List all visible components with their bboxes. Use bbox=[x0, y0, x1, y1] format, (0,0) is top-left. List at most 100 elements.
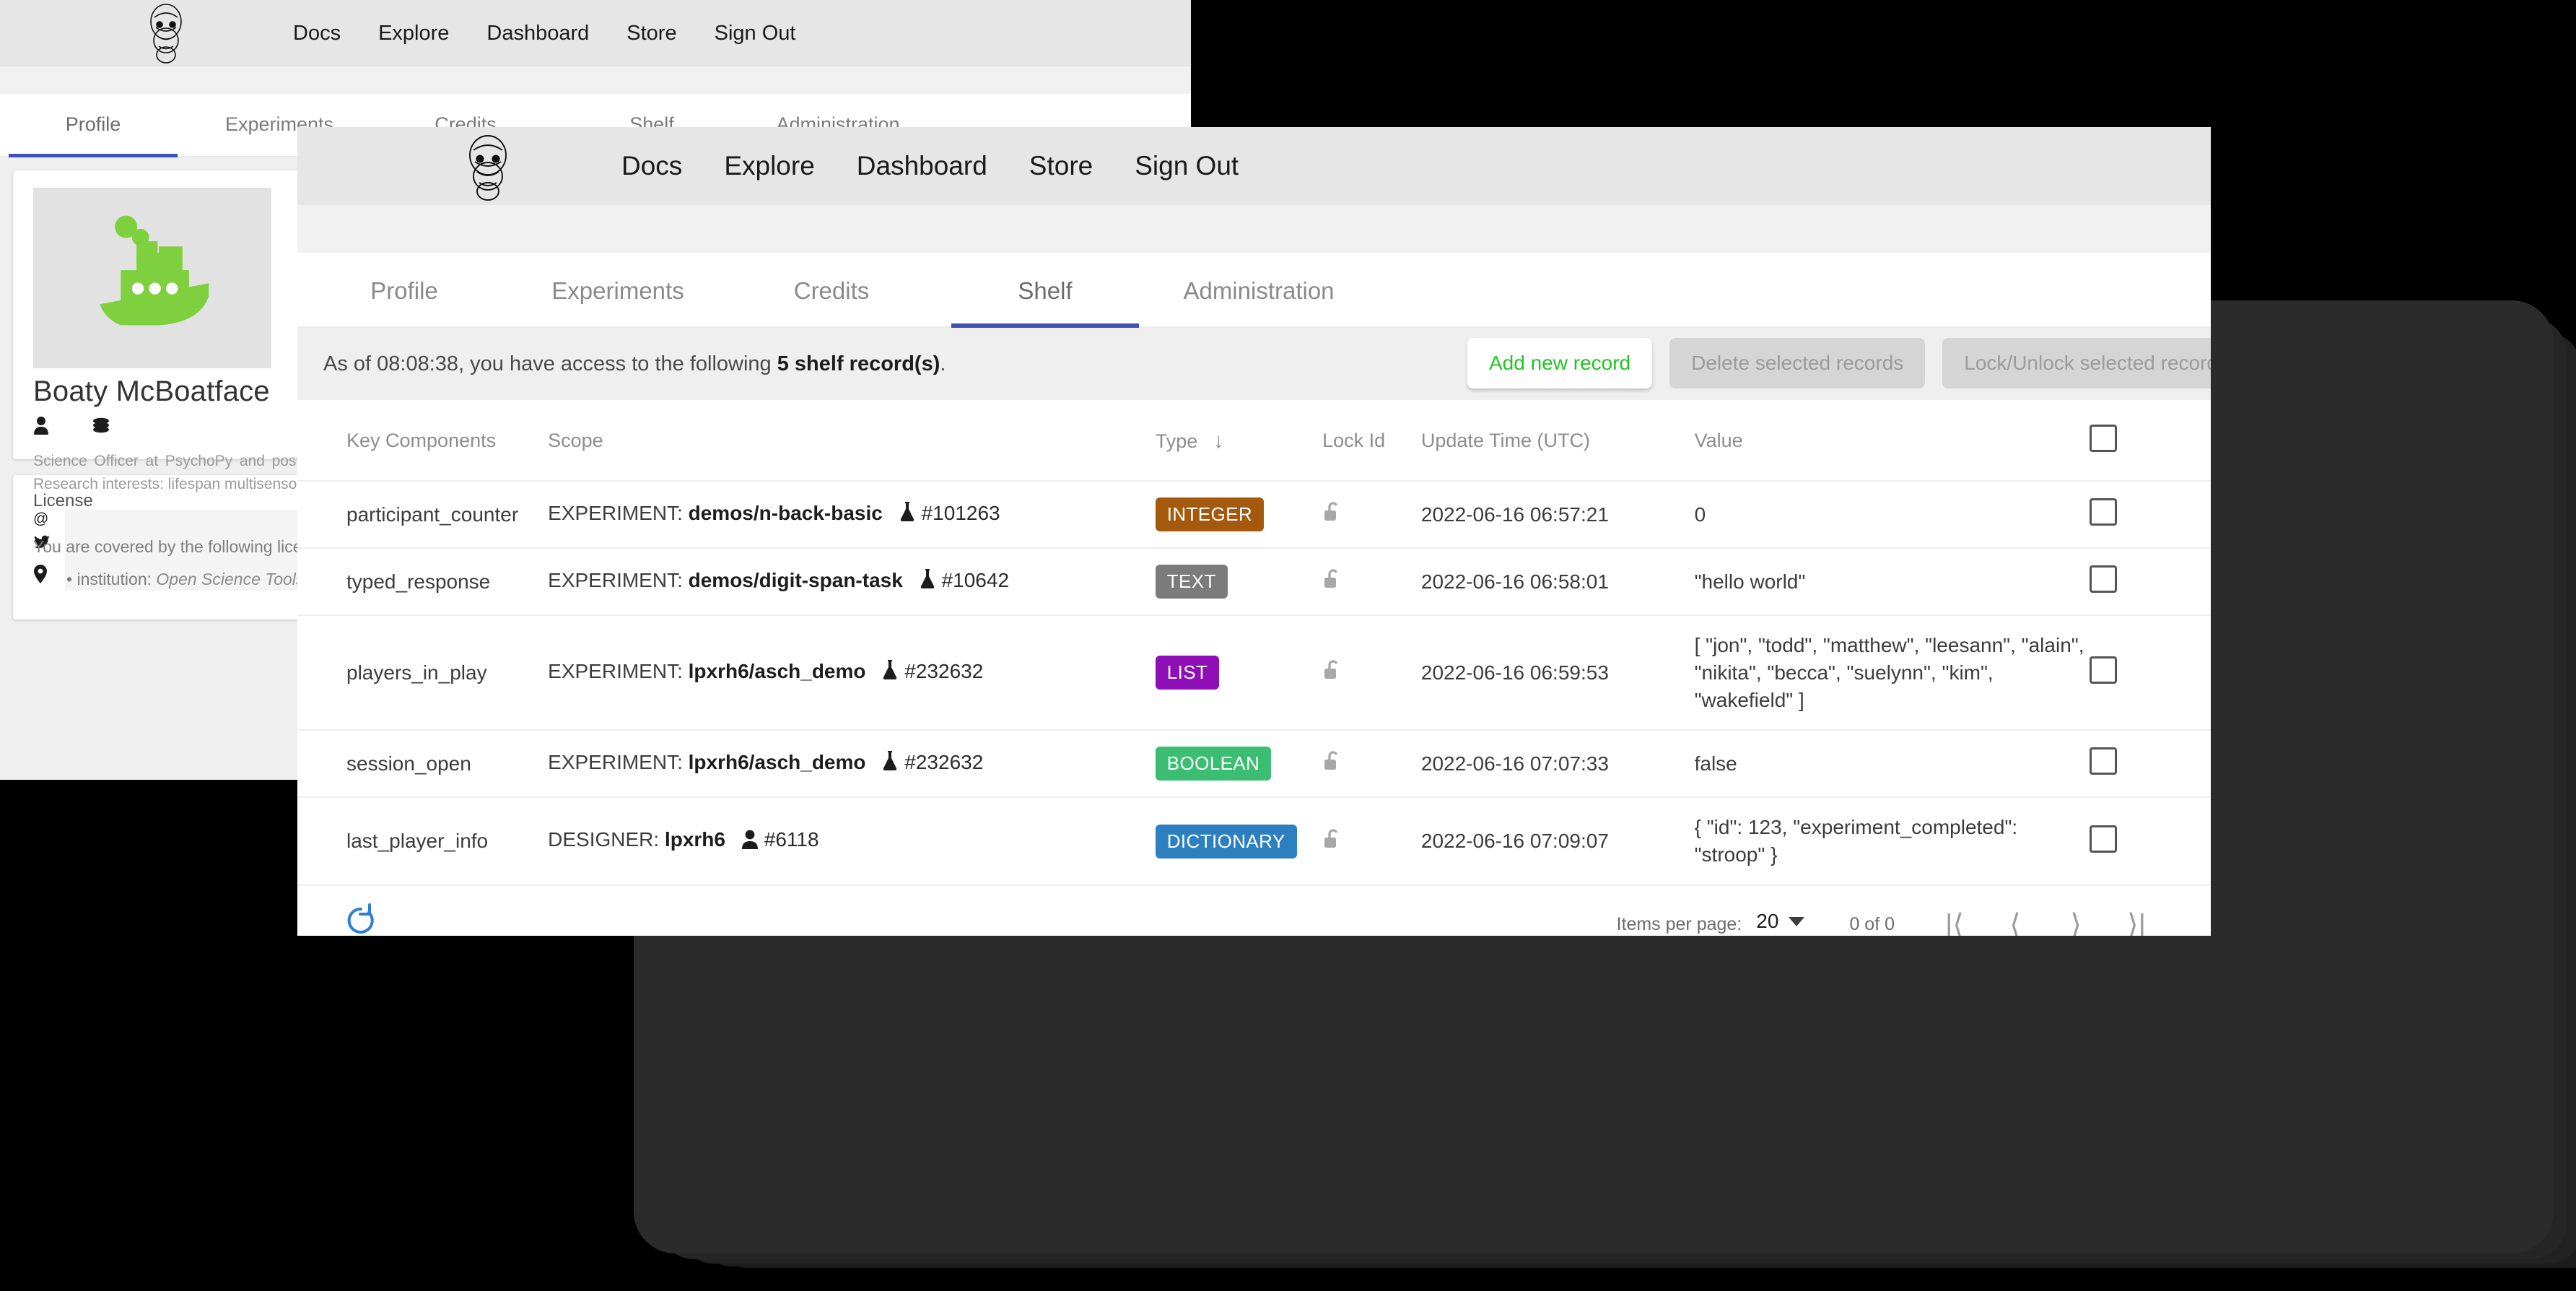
items-per-page-select[interactable]: 20 bbox=[1753, 910, 1809, 936]
shelf-toolbar: As of 08:08:38, you have access to the f… bbox=[297, 328, 2211, 400]
last-page-icon[interactable]: ⟩| bbox=[2110, 908, 2163, 936]
person-icon bbox=[741, 829, 759, 854]
fg-nav-store[interactable]: Store bbox=[1008, 151, 1114, 181]
cell-value: { "id": 123, "experiment_completed": "st… bbox=[1694, 797, 2090, 886]
unlocked-icon bbox=[1322, 569, 1342, 595]
cell-value: [ "jon", "todd", "matthew", "leesann", "… bbox=[1694, 615, 2090, 731]
bg-tab-profile[interactable]: Profile bbox=[0, 113, 186, 157]
fg-tab-bar: Profile Experiments Credits Shelf Admini… bbox=[297, 253, 2211, 328]
refresh-icon[interactable] bbox=[344, 903, 378, 936]
table-row[interactable]: participant_counter EXPERIMENT: demos/n-… bbox=[297, 481, 2211, 549]
bg-nav-links: Docs Explore Dashboard Store Sign Out bbox=[274, 22, 814, 45]
pavlovia-logo-icon[interactable] bbox=[453, 134, 523, 201]
column-header-type[interactable]: Type ↓ bbox=[1155, 400, 1323, 482]
bg-nav-signout[interactable]: Sign Out bbox=[696, 22, 815, 45]
bg-nav-dashboard[interactable]: Dashboard bbox=[468, 22, 608, 45]
cell-lock bbox=[1322, 730, 1421, 799]
row-checkbox[interactable] bbox=[2089, 565, 2117, 593]
fg-tab-credits[interactable]: Credits bbox=[725, 277, 938, 326]
scope-name: lpxrh6/asch_demo bbox=[688, 660, 866, 683]
row-checkbox[interactable] bbox=[2089, 656, 2117, 684]
column-header-lock-id[interactable]: Lock Id bbox=[1322, 400, 1421, 482]
screenshot-stage: Docs Explore Dashboard Store Sign Out Pr… bbox=[0, 0, 2576, 1291]
fg-sub-bar bbox=[297, 205, 2211, 253]
status-badge: TEXT bbox=[1155, 565, 1228, 599]
bg-nav-docs[interactable]: Docs bbox=[274, 22, 359, 45]
table-row[interactable]: players_in_play EXPERIMENT: lpxrh6/asch_… bbox=[297, 615, 2211, 731]
sort-desc-arrow-icon: ↓ bbox=[1213, 428, 1224, 453]
row-checkbox[interactable] bbox=[2089, 825, 2117, 853]
cell-value: "hello world" bbox=[1694, 548, 2090, 616]
scope-id: #10642 bbox=[941, 569, 1010, 591]
flask-icon bbox=[899, 501, 916, 528]
cell-scope: DESIGNER: lpxrh6 #6118 bbox=[548, 797, 1156, 886]
fg-nav-dashboard[interactable]: Dashboard bbox=[836, 151, 1008, 181]
person-icon bbox=[33, 416, 49, 438]
cell-lock bbox=[1322, 797, 1421, 886]
scope-prefix: DESIGNER: bbox=[548, 828, 660, 851]
add-new-record-button[interactable]: Add new record bbox=[1467, 338, 1653, 388]
fg-nav-docs[interactable]: Docs bbox=[601, 151, 703, 181]
fg-nav-explore[interactable]: Explore bbox=[703, 151, 835, 181]
cell-type: DICTIONARY bbox=[1155, 797, 1323, 886]
fg-tab-profile[interactable]: Profile bbox=[297, 277, 511, 326]
select-all-checkbox[interactable] bbox=[2089, 425, 2117, 452]
cell-update-time: 2022-06-16 06:58:01 bbox=[1420, 548, 1695, 616]
previous-page-icon[interactable]: ⟨ bbox=[1988, 908, 2042, 936]
status-count: 5 shelf record(s) bbox=[777, 352, 940, 375]
bg-nav-explore[interactable]: Explore bbox=[359, 22, 468, 45]
bg-nav-store[interactable]: Store bbox=[608, 22, 695, 45]
column-header-scope[interactable]: Scope bbox=[548, 400, 1156, 482]
fg-tab-shelf[interactable]: Shelf bbox=[938, 277, 1152, 328]
scope-prefix: EXPERIMENT: bbox=[548, 569, 683, 591]
cell-update-time: 2022-06-16 07:07:33 bbox=[1420, 730, 1695, 799]
fg-top-navigation-bar: Docs Explore Dashboard Store Sign Out bbox=[297, 127, 2211, 205]
column-header-value[interactable]: Value bbox=[1694, 400, 2090, 482]
cell-lock bbox=[1322, 615, 1421, 731]
fg-nav-signout[interactable]: Sign Out bbox=[1114, 151, 1259, 181]
table-footer: Items per page: 20 0 of 0 |⟨ ⟨ ⟩ ⟩| bbox=[297, 885, 2211, 936]
bg-sub-bar bbox=[0, 66, 1191, 94]
cell-update-time: 2022-06-16 06:57:21 bbox=[1420, 481, 1695, 549]
unlocked-icon bbox=[1322, 751, 1342, 777]
scope-name: lpxrh6 bbox=[664, 828, 725, 851]
table-row[interactable]: last_player_info DESIGNER: lpxrh6 #6118 … bbox=[297, 797, 2211, 886]
foreground-device: Docs Explore Dashboard Store Sign Out Pr… bbox=[297, 127, 2570, 1275]
column-header-key-components[interactable]: Key Components bbox=[297, 400, 549, 482]
location-pin-icon bbox=[33, 565, 55, 587]
row-checkbox[interactable] bbox=[2089, 498, 2117, 526]
row-checkbox[interactable] bbox=[2089, 747, 2117, 775]
status-badge: DICTIONARY bbox=[1155, 824, 1297, 859]
scope-name: demos/n-back-basic bbox=[688, 502, 883, 524]
cell-type: LIST bbox=[1155, 615, 1323, 731]
table-row[interactable]: typed_response EXPERIMENT: demos/digit-s… bbox=[297, 548, 2211, 616]
lock-unlock-selected-records-button[interactable]: Lock/Unlock selected records bbox=[1942, 338, 2211, 388]
column-header-update-time[interactable]: Update Time (UTC) bbox=[1420, 400, 1695, 482]
fg-tab-experiments[interactable]: Experiments bbox=[511, 277, 725, 326]
pavlovia-logo-icon[interactable] bbox=[137, 3, 195, 64]
table-row[interactable]: session_open EXPERIMENT: lpxrh6/asch_dem… bbox=[297, 730, 2211, 799]
pagination-buttons: |⟨ ⟨ ⟩ ⟩| bbox=[1928, 908, 2163, 936]
flask-icon bbox=[919, 568, 936, 595]
cell-update-time: 2022-06-16 06:59:53 bbox=[1420, 615, 1695, 731]
delete-selected-records-button[interactable]: Delete selected records bbox=[1669, 338, 1926, 388]
shelf-status-text: As of 08:08:38, you have access to the f… bbox=[323, 352, 946, 376]
first-page-icon[interactable]: |⟨ bbox=[1928, 908, 1981, 936]
avatar[interactable] bbox=[33, 188, 271, 368]
status-suffix: . bbox=[940, 352, 946, 375]
license-item-label: institution: bbox=[77, 570, 152, 588]
cell-key: players_in_play bbox=[297, 615, 549, 731]
next-page-icon[interactable]: ⟩ bbox=[2049, 908, 2103, 936]
chevron-down-icon bbox=[1789, 917, 1805, 927]
boat-icon bbox=[100, 215, 209, 326]
cell-select bbox=[2089, 730, 2211, 799]
fg-tab-administration[interactable]: Administration bbox=[1152, 277, 1366, 326]
cell-type: INTEGER bbox=[1155, 481, 1323, 549]
status-badge: INTEGER bbox=[1155, 497, 1265, 531]
unlocked-icon bbox=[1322, 828, 1342, 855]
unlocked-icon bbox=[1322, 502, 1342, 528]
scope-prefix: EXPERIMENT: bbox=[548, 751, 683, 774]
scope-prefix: EXPERIMENT: bbox=[548, 660, 683, 683]
flask-icon bbox=[881, 659, 899, 686]
column-header-select-all[interactable] bbox=[2089, 400, 2211, 482]
